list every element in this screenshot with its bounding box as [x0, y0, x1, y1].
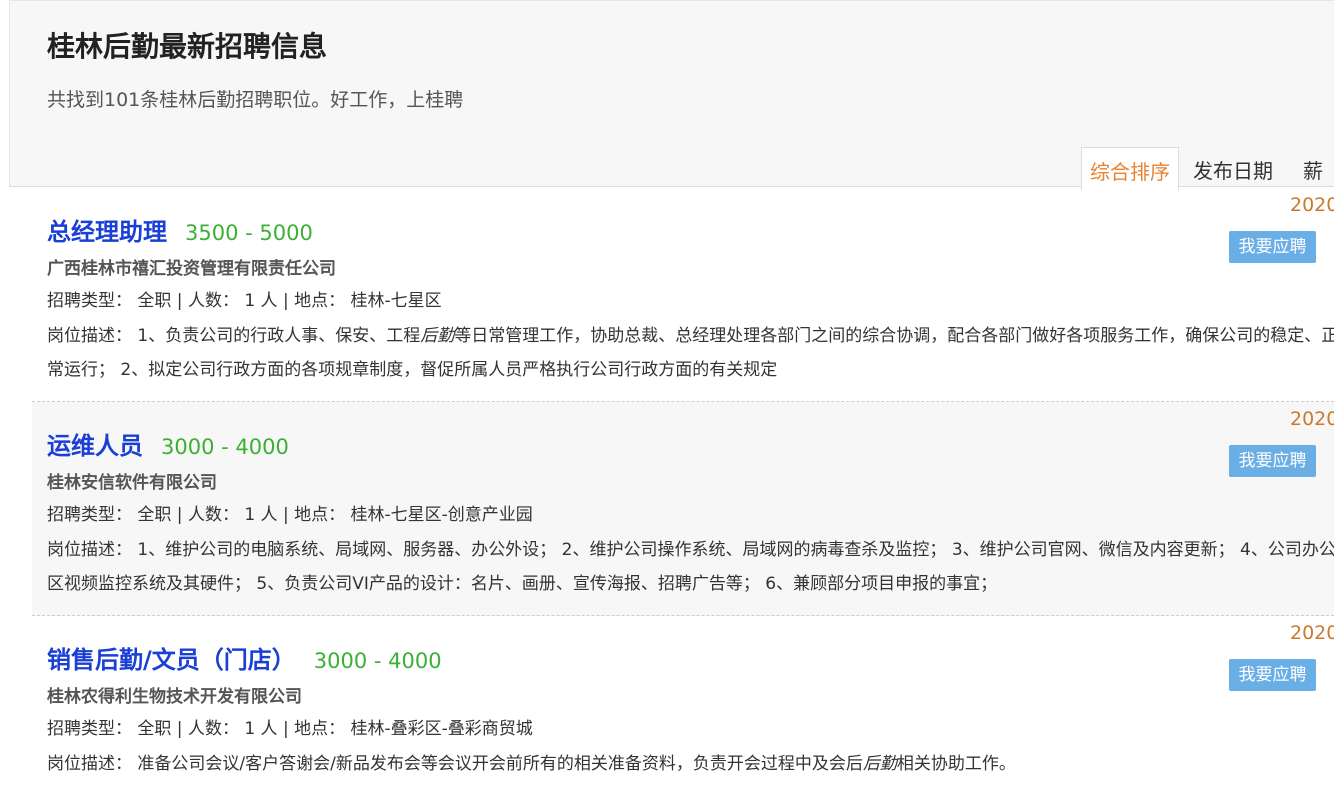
job-meta: 招聘类型： 全职 | 人数： 1 人 | 地点： 桂林-七星区-创意产业园 [47, 505, 533, 525]
tab-sort-salary[interactable]: 薪 [1283, 147, 1333, 189]
job-title-link[interactable]: 运维人员 3000 - 4000 [47, 426, 289, 461]
job-title: 运维人员 [47, 432, 143, 460]
desc-keyword: 后勤 [420, 326, 455, 346]
desc-text: 岗位描述： 1、负责公司的行政人事、保安、工程 [47, 326, 421, 346]
job-item: 2020 销售后勤/文员（门店） 3000 - 4000 我要应聘 桂林农得利生物… [32, 616, 1334, 798]
desc-keyword: 后勤 [862, 754, 897, 774]
page-title: 桂林后勤最新招聘信息 [47, 30, 328, 63]
job-description: 岗位描述： 1、维护公司的电脑系统、局域网、服务器、办公外设； 2、维护公司操作… [47, 533, 1334, 601]
job-date: 2020 [1290, 622, 1334, 644]
job-title-link[interactable]: 销售后勤/文员（门店） 3000 - 4000 [47, 640, 442, 675]
job-item: 2020 运维人员 3000 - 4000 我要应聘 桂林安信软件有限公司 招聘类… [32, 402, 1334, 616]
sort-tabs: 综合排序 发布日期 薪 [1081, 147, 1333, 191]
job-date: 2020 [1290, 194, 1334, 216]
job-date: 2020 [1290, 408, 1334, 430]
company-name: 广西桂林市禧汇投资管理有限责任公司 [47, 259, 336, 279]
desc-text: 岗位描述： 准备公司会议/客户答谢会/新品发布会等会议开会前所有的相关准备资料，… [47, 754, 863, 774]
tab-sort-comprehensive[interactable]: 综合排序 [1081, 147, 1179, 191]
job-title-link[interactable]: 总经理助理 3500 - 5000 [47, 212, 313, 247]
job-meta: 招聘类型： 全职 | 人数： 1 人 | 地点： 桂林-七星区 [47, 291, 442, 311]
page: 桂林后勤最新招聘信息 共找到101条桂林后勤招聘职位。好工作，上桂聘 综合排序 … [0, 0, 1334, 798]
job-salary: 3000 - 4000 [313, 649, 442, 673]
job-description: 岗位描述： 准备公司会议/客户答谢会/新品发布会等会议开会前所有的相关准备资料，… [47, 747, 1334, 781]
apply-button[interactable]: 我要应聘 [1229, 445, 1316, 477]
tab-sort-publish-date[interactable]: 发布日期 [1179, 147, 1283, 189]
job-title: 总经理助理 [47, 218, 167, 246]
desc-text: 相关协助工作。 [896, 754, 1016, 774]
job-description: 岗位描述： 1、负责公司的行政人事、保安、工程后勤等日常管理工作，协助总裁、总经… [47, 319, 1334, 387]
apply-button[interactable]: 我要应聘 [1229, 231, 1316, 263]
job-salary: 3000 - 4000 [161, 435, 289, 459]
list-header: 桂林后勤最新招聘信息 共找到101条桂林后勤招聘职位。好工作，上桂聘 综合排序 … [9, 0, 1334, 191]
job-title: 销售后勤/文员（门店） [47, 646, 296, 674]
result-summary: 共找到101条桂林后勤招聘职位。好工作，上桂聘 [47, 89, 464, 111]
job-item: 2020 总经理助理 3500 - 5000 我要应聘 广西桂林市禧汇投资管理有限… [32, 188, 1334, 402]
apply-button[interactable]: 我要应聘 [1229, 659, 1316, 691]
company-name: 桂林安信软件有限公司 [47, 473, 217, 493]
desc-text: 岗位描述： 1、维护公司的电脑系统、局域网、服务器、办公外设； 2、维护公司操作… [47, 540, 1334, 594]
job-salary: 3500 - 5000 [185, 221, 313, 245]
job-meta: 招聘类型： 全职 | 人数： 1 人 | 地点： 桂林-叠彩区-叠彩商贸城 [47, 719, 533, 739]
company-name: 桂林农得利生物技术开发有限公司 [47, 687, 302, 707]
